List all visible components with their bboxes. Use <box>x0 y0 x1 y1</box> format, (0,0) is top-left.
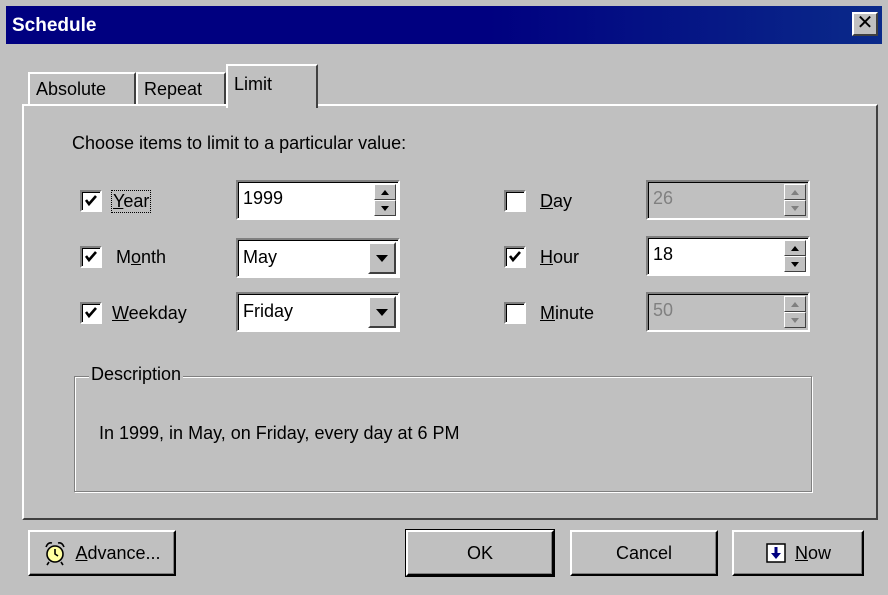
weekday-dropdown-button[interactable] <box>368 296 396 328</box>
ok-label: OK <box>466 542 493 563</box>
alarm-clock-icon <box>43 540 67 566</box>
weekday-combo[interactable]: Friday <box>236 292 400 332</box>
day-spin-up[interactable] <box>784 184 806 200</box>
weekday-label: Weekday <box>112 302 187 323</box>
year-spin-down[interactable] <box>374 200 396 216</box>
minute-spin-up[interactable] <box>784 296 806 312</box>
triangle-down-icon <box>791 261 799 267</box>
month-label: Month <box>116 246 167 267</box>
triangle-down-icon <box>791 317 799 323</box>
window-title: Schedule <box>12 15 97 36</box>
tab-absolute[interactable]: Absolute <box>28 72 136 106</box>
now-label: Now <box>794 542 831 563</box>
title-bar[interactable]: Schedule ✕ <box>6 6 882 44</box>
month-dropdown-button[interactable] <box>368 242 396 274</box>
minute-label: Minute <box>540 302 595 323</box>
now-button[interactable]: Now <box>732 530 864 576</box>
ok-button[interactable]: OK <box>405 529 555 577</box>
minute-spin-down[interactable] <box>784 312 806 328</box>
triangle-down-icon <box>791 205 799 211</box>
hour-spin-up[interactable] <box>784 240 806 256</box>
year-value[interactable]: 1999 <box>243 188 283 209</box>
month-value: May <box>243 247 278 267</box>
month-combo[interactable]: May <box>236 238 400 278</box>
triangle-up-icon <box>791 189 799 195</box>
day-checkbox-row[interactable]: Day <box>504 190 572 212</box>
schedule-dialog: Schedule ✕ Absolute Repeat Limit Choose … <box>0 0 888 595</box>
tab-repeat[interactable]: Repeat <box>136 72 226 106</box>
month-checkbox-row[interactable]: Month <box>80 246 166 268</box>
month-checkbox[interactable] <box>80 246 102 268</box>
triangle-down-icon <box>381 205 389 211</box>
description-title: Description <box>89 364 184 385</box>
day-label: Day <box>540 190 573 211</box>
advance-label: Advance... <box>75 542 161 563</box>
minute-value[interactable]: 50 <box>653 300 673 321</box>
minute-checkbox-row[interactable]: Minute <box>504 302 594 324</box>
triangle-up-icon <box>381 189 389 195</box>
triangle-up-icon <box>791 245 799 251</box>
year-checkbox-row[interactable]: Year <box>80 189 152 213</box>
cancel-button[interactable]: Cancel <box>570 530 718 576</box>
close-button[interactable]: ✕ <box>852 12 878 36</box>
triangle-up-icon <box>791 301 799 307</box>
checkmark-icon <box>84 195 97 207</box>
year-spin-up[interactable] <box>374 184 396 200</box>
weekday-checkbox-row[interactable]: Weekday <box>80 302 187 324</box>
checkmark-icon <box>84 251 97 263</box>
chevron-down-icon <box>376 254 388 262</box>
description-text: In 1999, in May, on Friday, every day at… <box>99 423 460 443</box>
day-checkbox[interactable] <box>504 190 526 212</box>
download-arrow-icon <box>765 542 787 564</box>
hour-value[interactable]: 18 <box>653 244 673 265</box>
day-value[interactable]: 26 <box>653 188 673 209</box>
cancel-label: Cancel <box>615 542 673 563</box>
year-spin-input[interactable]: 1999 <box>236 180 400 220</box>
weekday-checkbox[interactable] <box>80 302 102 324</box>
hour-checkbox-row[interactable]: Hour <box>504 246 579 268</box>
hour-spin-down[interactable] <box>784 256 806 272</box>
year-label: Year <box>110 189 152 213</box>
hour-checkbox[interactable] <box>504 246 526 268</box>
hour-spin-input[interactable]: 18 <box>646 236 810 276</box>
minute-checkbox[interactable] <box>504 302 526 324</box>
checkmark-icon <box>508 251 521 263</box>
tab-limit[interactable]: Limit <box>226 64 318 108</box>
chevron-down-icon <box>376 308 388 316</box>
minute-spin-input[interactable]: 50 <box>646 292 810 332</box>
close-icon: ✕ <box>856 12 874 34</box>
instruction-text: Choose items to limit to a particular va… <box>72 133 407 153</box>
hour-label: Hour <box>540 246 580 267</box>
year-checkbox[interactable] <box>80 190 102 212</box>
description-group: Description In 1999, in May, on Friday, … <box>74 364 812 492</box>
advance-button[interactable]: Advance... <box>28 530 176 576</box>
weekday-value: Friday <box>243 301 294 321</box>
checkmark-icon <box>84 307 97 319</box>
day-spin-input[interactable]: 26 <box>646 180 810 220</box>
day-spin-down[interactable] <box>784 200 806 216</box>
